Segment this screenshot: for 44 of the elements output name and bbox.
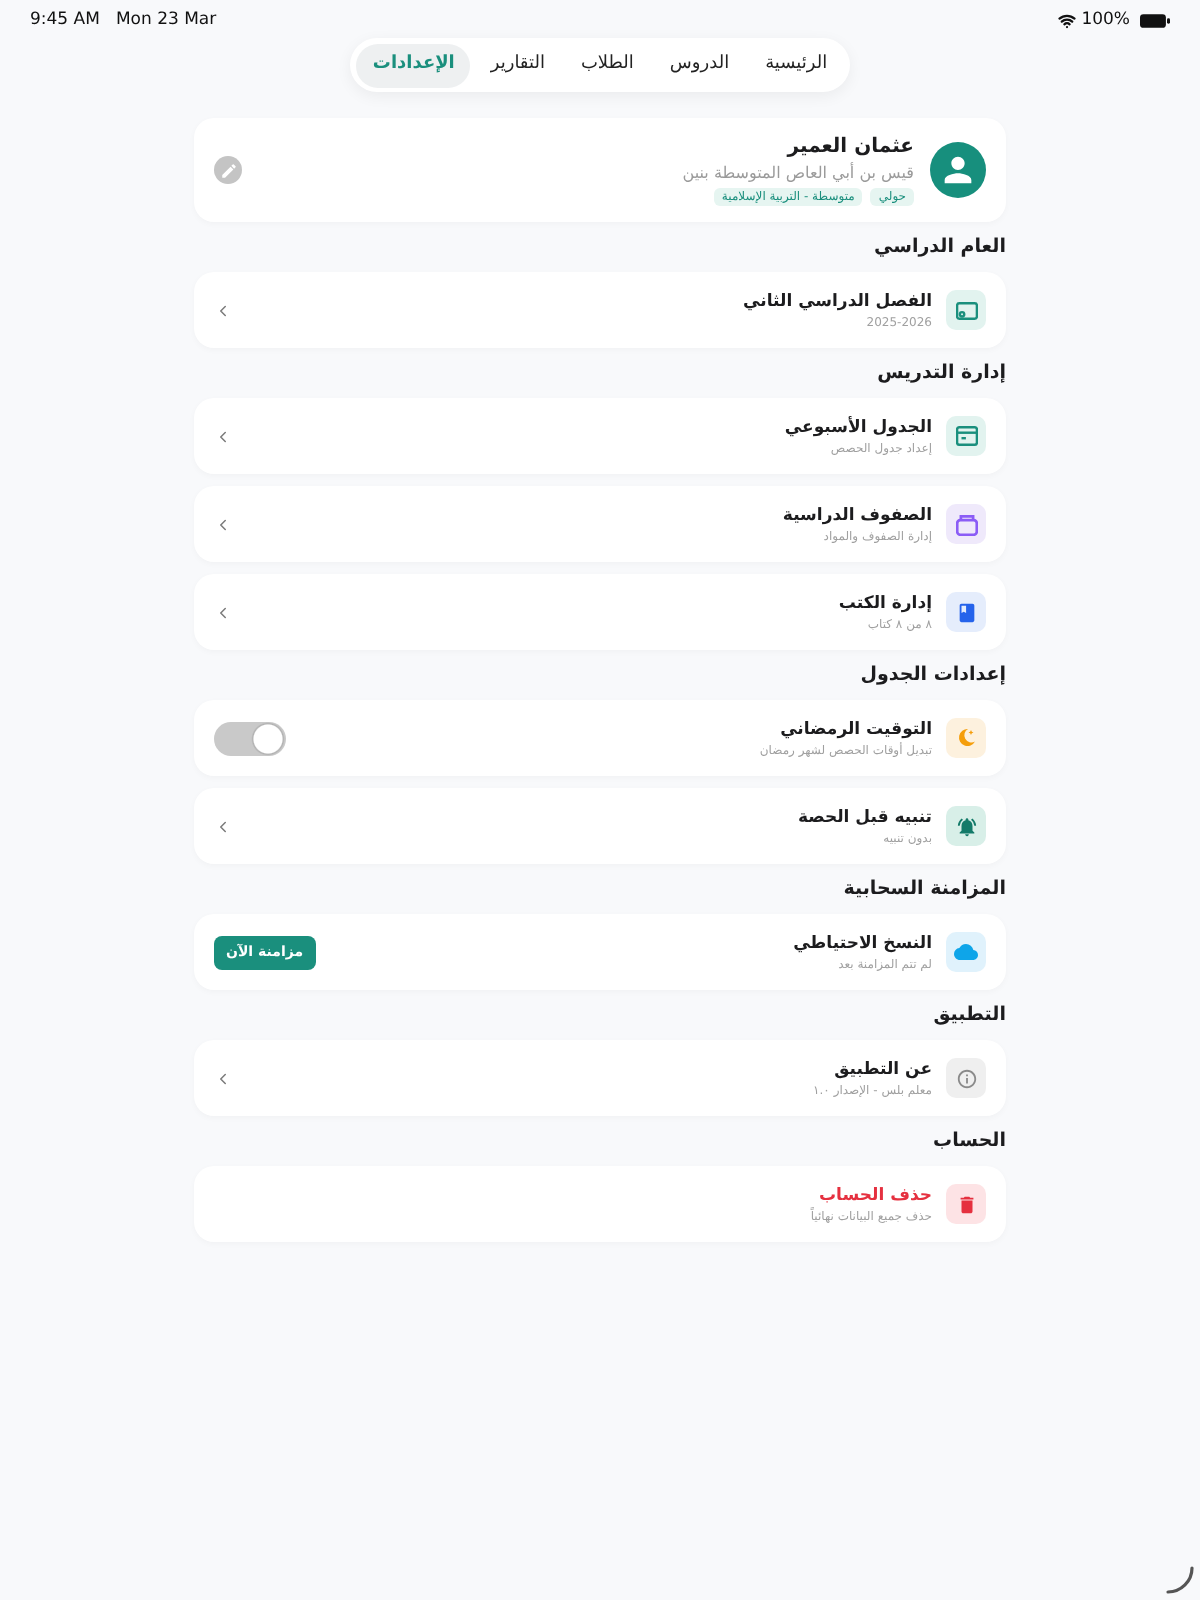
- status-time: 9:45 AM: [30, 7, 100, 33]
- battery-percent: 100%: [1081, 7, 1130, 33]
- row-title: النسخ الاحتياطي: [793, 931, 932, 955]
- calendar-icon: [946, 416, 986, 456]
- info-icon: [946, 1058, 986, 1098]
- chevron-icon[interactable]: [214, 515, 232, 533]
- trash-icon: [946, 1184, 986, 1224]
- section-heading: إدارة التدريس: [875, 360, 1006, 388]
- row-title: حذف الحساب: [819, 1183, 932, 1207]
- school-name: قيس بن أبي العاص المتوسطة بنين: [682, 162, 914, 184]
- cloud-icon: [946, 932, 986, 972]
- row-title: الفصل الدراسي الثاني: [743, 289, 932, 313]
- section-heading: التطبيق: [931, 1002, 1006, 1030]
- chevron-icon[interactable]: [214, 427, 232, 445]
- bell-icon: [946, 806, 986, 846]
- nav-tab[interactable]: الرئيسية: [749, 43, 844, 87]
- nav-tab[interactable]: الطلاب: [564, 43, 650, 87]
- avatar-icon: [930, 142, 986, 198]
- profile-name: عثمان العمير: [787, 134, 914, 162]
- chevron-icon[interactable]: [214, 1069, 232, 1087]
- row-title: إدارة الكتب: [838, 591, 932, 615]
- section-heading: إعدادات الجدول: [858, 662, 1006, 690]
- section-heading: الحساب: [931, 1128, 1006, 1156]
- row-title: الجدول الأسبوعي: [784, 415, 932, 439]
- toggle-switch[interactable]: [214, 721, 286, 755]
- chevron-icon[interactable]: [214, 817, 232, 835]
- screen-icon: [946, 290, 986, 330]
- row-title: عن التطبيق: [834, 1057, 932, 1081]
- row-title: التوقيت الرمضاني: [780, 717, 932, 741]
- book-icon: [946, 592, 986, 632]
- wifi-icon: [1057, 11, 1076, 29]
- battery-icon: [1140, 13, 1170, 27]
- row-title: تنبيه قبل الحصة: [797, 805, 932, 829]
- chevron-icon[interactable]: [214, 301, 232, 319]
- moon-icon: [946, 718, 986, 758]
- nav-tab[interactable]: الدروس: [653, 43, 746, 87]
- row-title: الصفوف الدراسية: [782, 503, 932, 527]
- section-heading: المزامنة السحابية: [841, 876, 1006, 904]
- box-icon: [946, 504, 986, 544]
- chevron-icon[interactable]: [214, 603, 232, 621]
- status-date: Mon 23 Mar: [115, 7, 217, 33]
- spinner-icon: [1166, 1566, 1194, 1594]
- nav-tab[interactable]: التقارير: [474, 43, 561, 87]
- section-heading: العام الدراسي: [871, 234, 1006, 262]
